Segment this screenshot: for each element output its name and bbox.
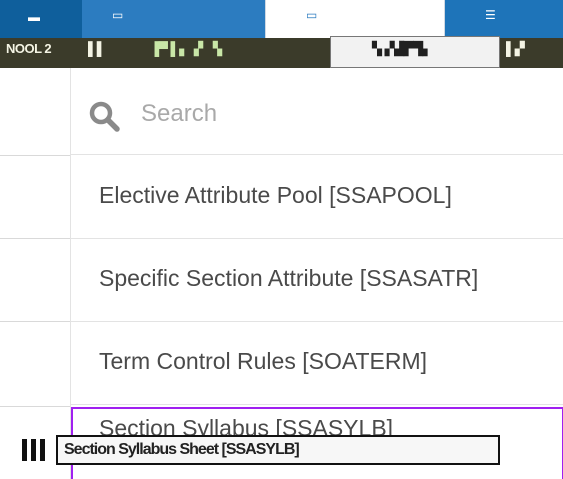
menu-item-label: Elective Attribute Pool [SSAPOOL]	[99, 182, 452, 208]
divider	[0, 406, 70, 407]
menu-item-label: Term Control Rules [SOATERM]	[99, 348, 428, 374]
tooltip-box: Section Syllabus Sheet [SSASYLB]	[56, 435, 500, 465]
toolbar-tab-1[interactable]: ▬	[0, 0, 82, 38]
grip-icon	[22, 439, 52, 461]
search-icon	[89, 101, 120, 132]
tooltip-text: Section Syllabus Sheet [SSASYLB]	[64, 441, 300, 458]
toolbar-label: ▌▌	[88, 41, 106, 56]
toolbar-label: ▐▀ ▌▖▗▘▝▖	[150, 41, 227, 56]
toolbar-field-label: ▚ ▞▟▛▜▖	[372, 41, 433, 56]
menu-item-term-control-rules[interactable]: Term Control Rules [SOATERM]	[71, 322, 563, 405]
toolbar-label: NOOL 2	[6, 41, 52, 56]
search-input[interactable]	[141, 96, 541, 132]
menu-icon: ☰	[485, 8, 496, 22]
search-row	[71, 68, 563, 155]
left-column	[0, 68, 70, 479]
divider	[0, 321, 70, 322]
toolbar-icon: ▬	[28, 10, 40, 24]
document-icon: ▭	[112, 8, 124, 22]
toolbar-tab-active[interactable]: ▭	[265, 0, 445, 38]
search-dropdown-panel: Elective Attribute Pool [SSAPOOL] Specif…	[70, 68, 563, 479]
menu-item-label: Specific Section Attribute [SSASATR]	[99, 265, 479, 291]
toolbar-label: ▌▞	[506, 41, 525, 56]
document-icon: ▭	[306, 8, 318, 22]
tooltip-overlay: Section Syllabus Sheet [SSASYLB]	[22, 435, 500, 465]
top-toolbar: ▬ ▭ ▭ ☰ NOOL 2 ▌▌ ▐▀ ▌▖▗▘▝▖ ▚ ▞▟▛▜▖ ▌▞	[0, 0, 563, 68]
toolbar-tab-3[interactable]: ☰	[445, 0, 563, 38]
divider	[0, 238, 70, 239]
menu-item-elective-attribute-pool[interactable]: Elective Attribute Pool [SSAPOOL]	[71, 156, 563, 239]
divider	[0, 155, 70, 156]
toolbar-tab-2[interactable]: ▭	[82, 0, 265, 38]
menu-item-specific-section-attribute[interactable]: Specific Section Attribute [SSASATR]	[71, 239, 563, 322]
